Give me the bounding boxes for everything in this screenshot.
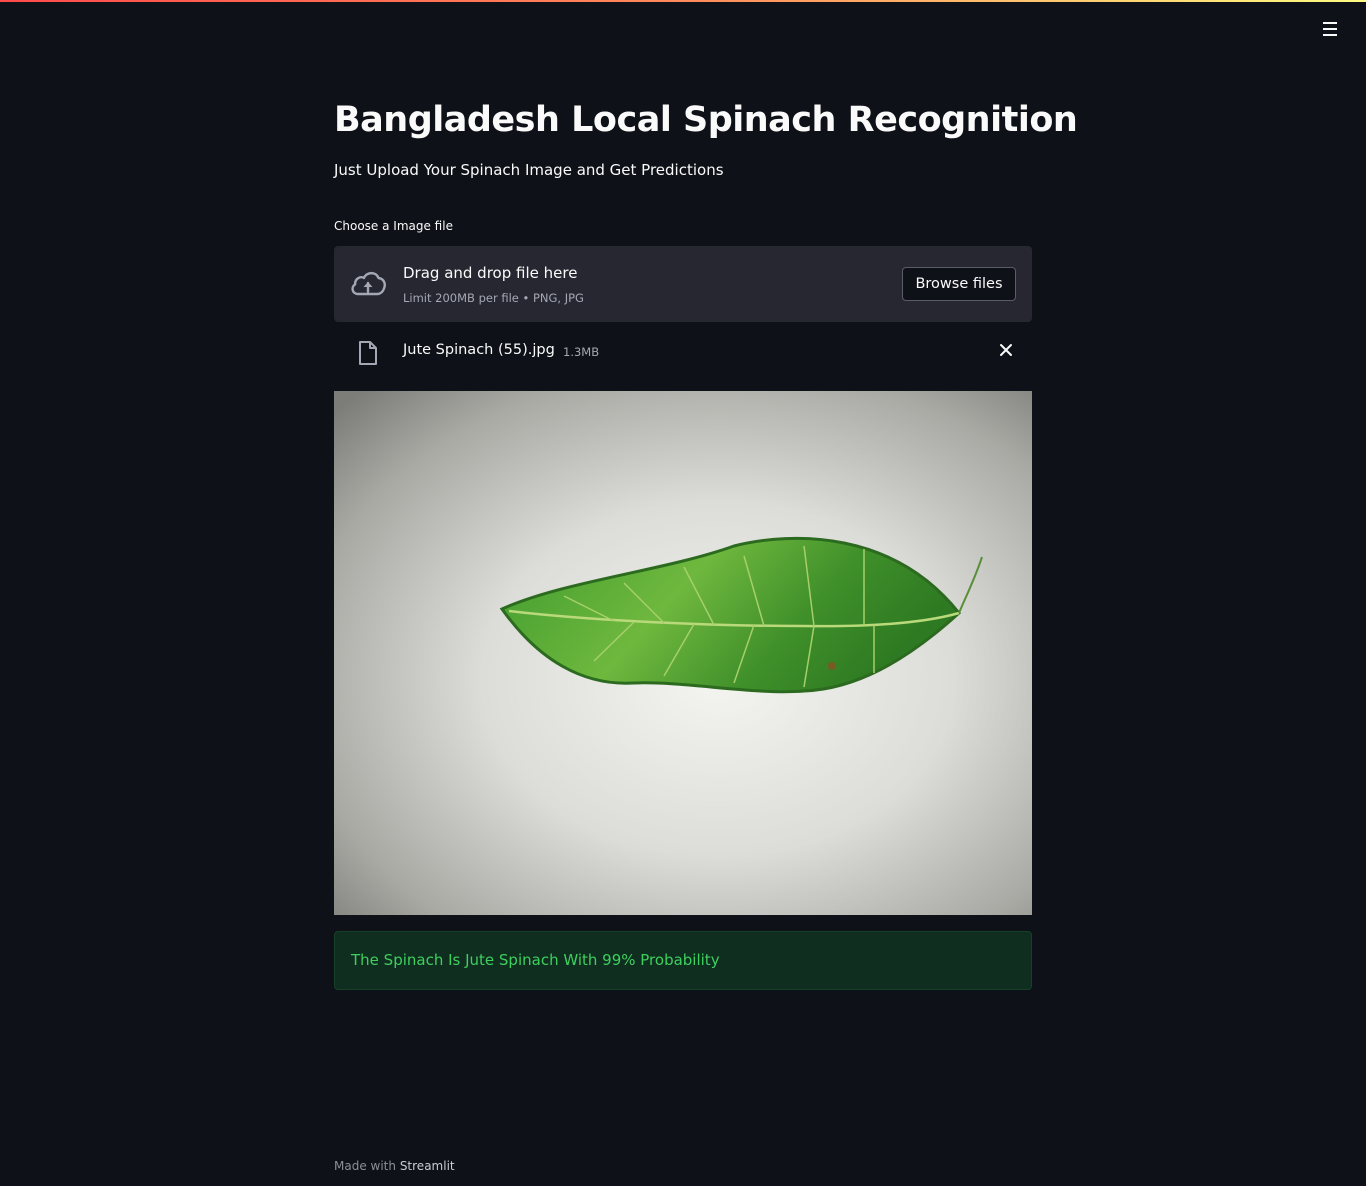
uploader-label: Choose a Image file [334, 219, 453, 233]
page-title: Bangladesh Local Spinach Recognition [334, 100, 1078, 140]
footer: Made with Streamlit [334, 1159, 455, 1173]
uploaded-image-preview [334, 391, 1032, 915]
decoration-bar [0, 0, 1366, 2]
file-icon [359, 341, 377, 365]
dropzone-limit: Limit 200MB per file • PNG, JPG [403, 291, 584, 305]
browse-files-button[interactable]: Browse files [902, 267, 1016, 301]
dropzone-instructions: Drag and drop file here [403, 264, 578, 282]
main-menu-button[interactable] [1316, 16, 1344, 42]
file-dropzone[interactable]: Drag and drop file here Limit 200MB per … [334, 246, 1032, 322]
cloud-upload-icon [351, 271, 386, 296]
prediction-result-text: The Spinach Is Jute Spinach With 99% Pro… [351, 951, 720, 969]
uploaded-file-size: 1.3MB [563, 345, 600, 359]
uploaded-file-name: Jute Spinach (55).jpg [403, 342, 555, 358]
footer-brand-link[interactable]: Streamlit [400, 1159, 455, 1173]
close-icon[interactable] [998, 342, 1014, 358]
footer-prefix: Made with [334, 1159, 396, 1173]
page-subtitle: Just Upload Your Spinach Image and Get P… [334, 161, 724, 179]
spinach-leaf-photo [334, 391, 1032, 915]
prediction-result-alert: The Spinach Is Jute Spinach With 99% Pro… [334, 931, 1032, 990]
hamburger-menu-icon [1323, 22, 1337, 36]
uploaded-file-row: Jute Spinach (55).jpg 1.3MB [334, 334, 1032, 370]
